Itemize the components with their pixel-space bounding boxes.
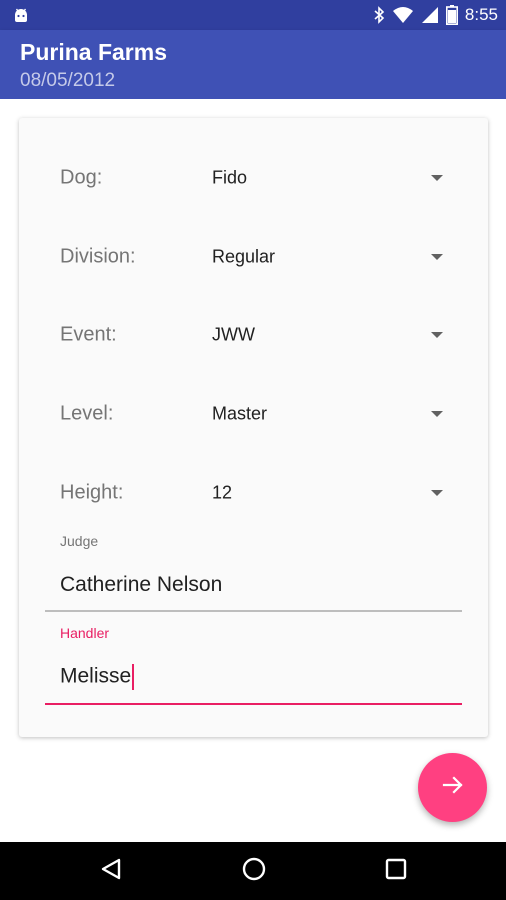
text-cursor: [132, 664, 135, 690]
dropdown-arrow-icon: [431, 490, 443, 496]
status-bar: 8:55: [0, 0, 506, 30]
app-subtitle: 08/05/2012: [20, 70, 116, 91]
height-label: Height:: [60, 481, 124, 504]
judge-field[interactable]: Judge Catherine Nelson: [45, 529, 462, 615]
dog-spinner[interactable]: Dog: Fido: [19, 153, 488, 203]
division-value: Regular: [212, 246, 276, 267]
level-spinner[interactable]: Level: Master: [19, 389, 488, 439]
judge-input[interactable]: Catherine Nelson: [60, 573, 222, 597]
dropdown-arrow-icon: [431, 332, 443, 338]
recents-icon: [385, 858, 407, 885]
level-label: Level:: [60, 402, 114, 425]
home-button[interactable]: [239, 856, 269, 886]
dropdown-arrow-icon: [431, 175, 443, 181]
dog-label: Dog:: [60, 166, 103, 189]
wifi-icon: [392, 6, 414, 24]
handler-text: Melisse: [60, 664, 132, 688]
event-spinner[interactable]: Event: JWW: [19, 310, 488, 360]
android-icon: [12, 6, 30, 24]
handler-underline: [45, 703, 462, 705]
bluetooth-icon: [373, 6, 385, 24]
event-label: Event:: [60, 323, 117, 346]
battery-icon: [445, 5, 458, 25]
back-icon: [99, 857, 123, 886]
app-bar: Purina Farms 08/05/2012: [0, 30, 506, 99]
dropdown-arrow-icon: [431, 411, 443, 417]
home-icon: [241, 856, 267, 887]
app-title: Purina Farms: [20, 39, 167, 65]
signal-icon: [421, 6, 439, 24]
height-spinner[interactable]: Height: 12: [19, 468, 488, 518]
judge-underline: [45, 610, 462, 612]
handler-label: Handler: [60, 625, 110, 641]
dropdown-arrow-icon: [431, 254, 443, 260]
handler-field[interactable]: Handler Melisse: [45, 621, 462, 707]
navigation-bar: [0, 842, 506, 900]
status-time: 8:55: [464, 5, 498, 24]
event-value: JWW: [212, 324, 255, 345]
height-value: 12: [212, 482, 233, 503]
handler-input[interactable]: Melisse: [60, 664, 135, 690]
back-button[interactable]: [96, 856, 126, 886]
content-area: Dog: Fido Division: Regular Event: JWW L…: [0, 99, 506, 842]
level-value: Master: [212, 403, 268, 424]
arrow-right-icon: [441, 773, 465, 802]
next-button[interactable]: [418, 753, 487, 822]
judge-label: Judge: [60, 533, 99, 549]
recents-button[interactable]: [381, 856, 411, 886]
division-label: Division:: [60, 245, 136, 268]
entry-form-card: Dog: Fido Division: Regular Event: JWW L…: [19, 118, 488, 737]
dog-value: Fido: [212, 167, 248, 188]
division-spinner[interactable]: Division: Regular: [19, 232, 488, 282]
